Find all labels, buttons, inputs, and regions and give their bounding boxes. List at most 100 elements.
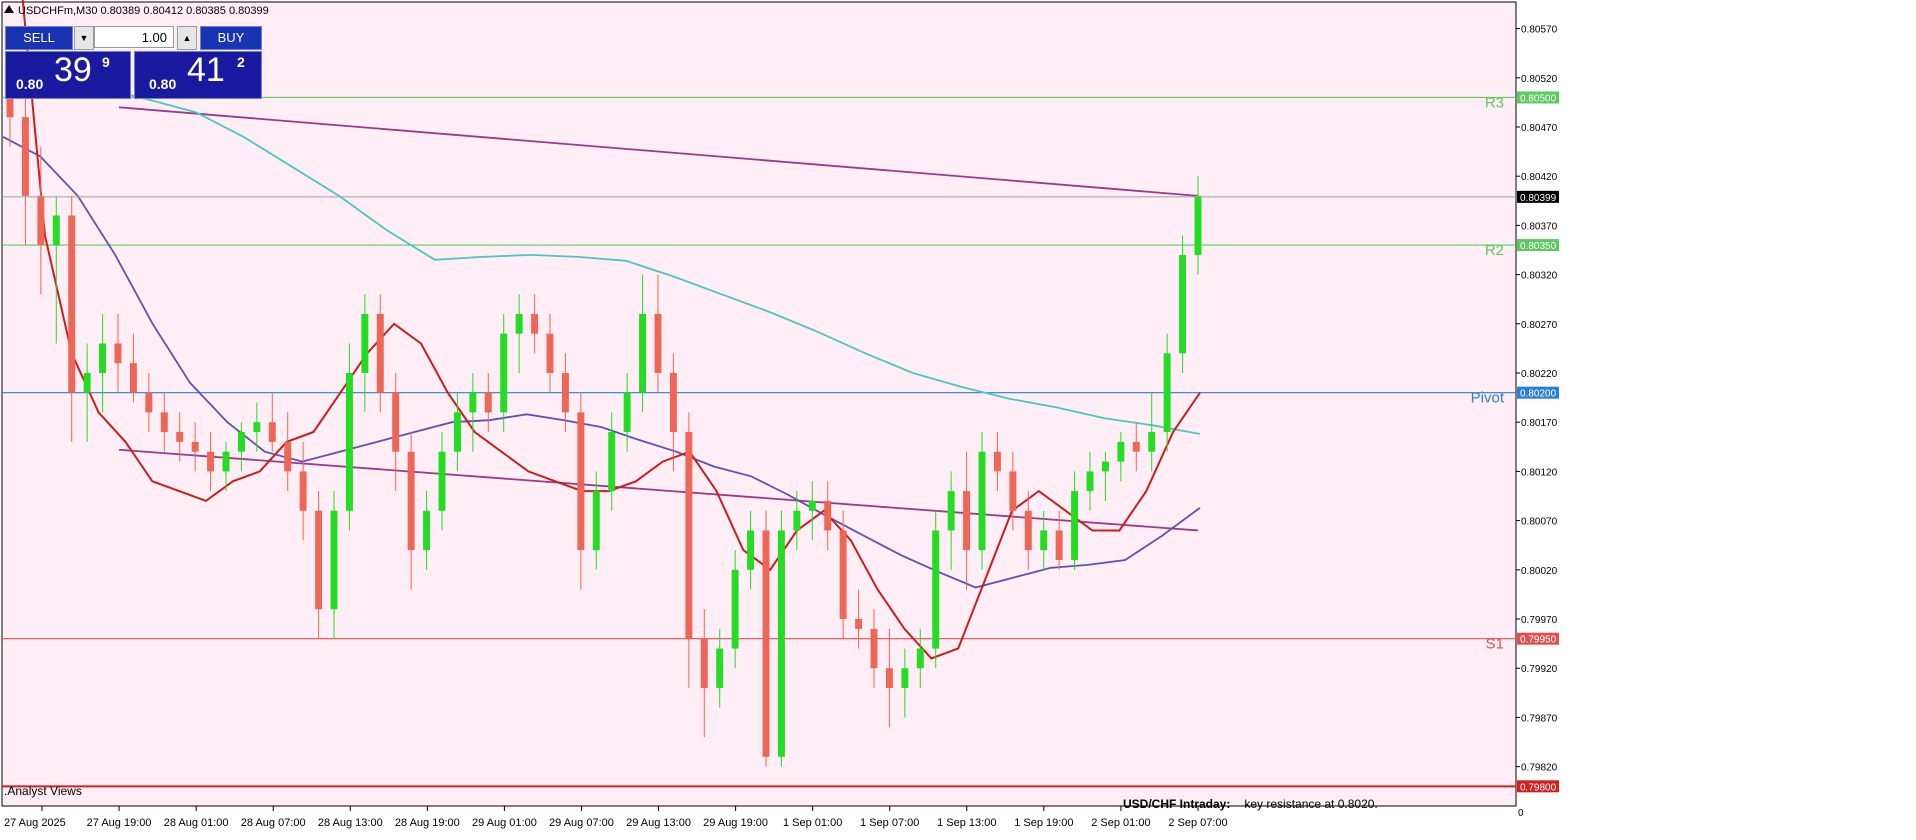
intraday-title: USD/CHF Intraday: — [1123, 797, 1231, 811]
y-tick-label: 0.80120 — [1521, 467, 1558, 478]
candle-body — [901, 668, 909, 688]
candle-body — [978, 451, 986, 551]
lot-size-input[interactable] — [94, 26, 174, 48]
candle-body — [191, 441, 199, 452]
candle-body — [237, 432, 245, 452]
y-tick-label: 0.80470 — [1521, 123, 1558, 134]
candle-body — [21, 117, 29, 196]
candle-body — [52, 215, 60, 246]
intraday-text: key resistance at 0.8020. — [1244, 797, 1378, 811]
candle-body — [1055, 530, 1063, 560]
candle-body — [592, 491, 600, 551]
x-tick-label: 28 Aug 01:00 — [164, 817, 229, 829]
candle-body — [484, 392, 492, 413]
level-price-label: 0.80200 — [1520, 389, 1557, 400]
y-tick-label: 0.80170 — [1521, 418, 1558, 429]
candle-body — [114, 343, 122, 364]
level-name: R2 — [1485, 242, 1504, 259]
candle-body — [808, 500, 816, 511]
candle-body — [870, 628, 878, 669]
candle-body — [284, 441, 292, 472]
buy-price-prefix: 0.80 — [149, 76, 177, 92]
y-axis: 0.80570 0.80520 0.80470 0.80420 0.80370 0.803… — [1516, 25, 1558, 819]
candle-body — [777, 530, 785, 757]
level-name: Pivot — [1471, 390, 1505, 407]
current-price-label: 0.80399 — [1520, 193, 1557, 204]
chart-window: R3 0.80500 R2 0.80350 Pivot 0.80200 S1 0.79950 0… — [0, 0, 1916, 840]
candle-body — [207, 451, 215, 472]
buy-price-big: 41 — [187, 51, 225, 89]
candle-body — [747, 530, 755, 570]
candle-body — [330, 510, 338, 610]
candle-body — [253, 422, 261, 433]
candle-body — [608, 432, 616, 492]
lot-decrease-button[interactable]: ▼ — [74, 26, 94, 50]
candle-body — [916, 648, 924, 669]
candle-body — [561, 373, 569, 413]
y-tick-label: 0.80520 — [1521, 74, 1558, 85]
x-tick-label: 1 Sep 19:00 — [1014, 817, 1073, 829]
candle-body — [669, 373, 677, 433]
symbol-ohlc-header: USDCHFm,M30 0.80389 0.80412 0.80385 0.80… — [18, 5, 269, 17]
candle-body — [762, 530, 770, 757]
candle-body — [546, 333, 554, 374]
x-tick-label: 2 Sep 07:00 — [1168, 817, 1227, 829]
candle-body — [1024, 510, 1032, 551]
candle-body — [1148, 432, 1156, 452]
x-tick-label: 28 Aug 07:00 — [241, 817, 306, 829]
sell-price-display[interactable]: 0.80 39 9 — [5, 51, 131, 99]
buy-button[interactable]: BUY — [200, 26, 262, 50]
x-tick-label: 28 Aug 13:00 — [318, 817, 383, 829]
sell-price-prefix: 0.80 — [16, 76, 44, 92]
y-tick-label: 0.80020 — [1521, 566, 1558, 577]
y-tick-label: 0.80220 — [1521, 369, 1558, 380]
candle-body — [392, 392, 400, 452]
candle-body — [68, 215, 76, 393]
level-name: R3 — [1485, 94, 1504, 111]
candle-body — [315, 510, 323, 610]
candle-body — [623, 392, 631, 433]
candle-body — [839, 530, 847, 620]
analyst-views-text: Analyst Views — [7, 784, 82, 798]
y-tick-label: 0.80570 — [1521, 25, 1558, 36]
candle-body — [731, 569, 739, 649]
lot-increase-button[interactable]: ▲ — [177, 26, 197, 50]
candle-body — [37, 195, 45, 246]
candle-body — [685, 432, 693, 639]
candle-body — [1194, 195, 1202, 255]
y-tick-label: 0.79870 — [1521, 713, 1558, 724]
sell-price-sup: 9 — [102, 54, 110, 70]
candle-body — [716, 648, 724, 688]
candle-body — [824, 500, 832, 531]
candle-body — [577, 412, 585, 551]
x-tick-label: 2 Sep 01:00 — [1091, 817, 1150, 829]
y-tick-label: 0.79820 — [1521, 763, 1558, 774]
candle-body — [99, 343, 107, 374]
candle-body — [855, 619, 863, 629]
candle-body — [83, 373, 91, 393]
sell-button[interactable]: SELL — [5, 26, 73, 50]
price-chart[interactable]: R3 0.80500R2 0.80350Pivot 0.80200S1 0.799500… — [0, 0, 1916, 840]
candle-body — [500, 333, 508, 413]
candle-body — [932, 530, 940, 649]
buy-price-sup: 2 — [237, 54, 245, 70]
candle-body — [1071, 491, 1079, 560]
candle-body — [361, 313, 369, 374]
level-price-label: 0.79800 — [1520, 782, 1557, 793]
y-tick-label: 0.79920 — [1521, 664, 1558, 675]
intraday-note: USD/CHF Intraday: key resistance at 0.802… — [1123, 797, 1378, 811]
level-name: S1 — [1486, 636, 1504, 653]
x-tick-label: 27 Aug 2025 — [4, 817, 66, 829]
candle-body — [1101, 461, 1109, 472]
plot-area — [1, 1, 1517, 807]
candle-body — [639, 313, 647, 393]
candle-body — [793, 510, 801, 531]
chevron-up-icon: ▲ — [182, 33, 192, 43]
y-tick-label: 0.80420 — [1521, 172, 1558, 183]
x-tick-label: 29 Aug 07:00 — [549, 817, 614, 829]
buy-price-display[interactable]: 0.80 41 2 — [134, 51, 262, 99]
x-tick-label: 1 Sep 07:00 — [860, 817, 919, 829]
x-tick-label: 28 Aug 19:00 — [395, 817, 460, 829]
candle-body — [1132, 441, 1140, 452]
candle-body — [947, 491, 955, 531]
